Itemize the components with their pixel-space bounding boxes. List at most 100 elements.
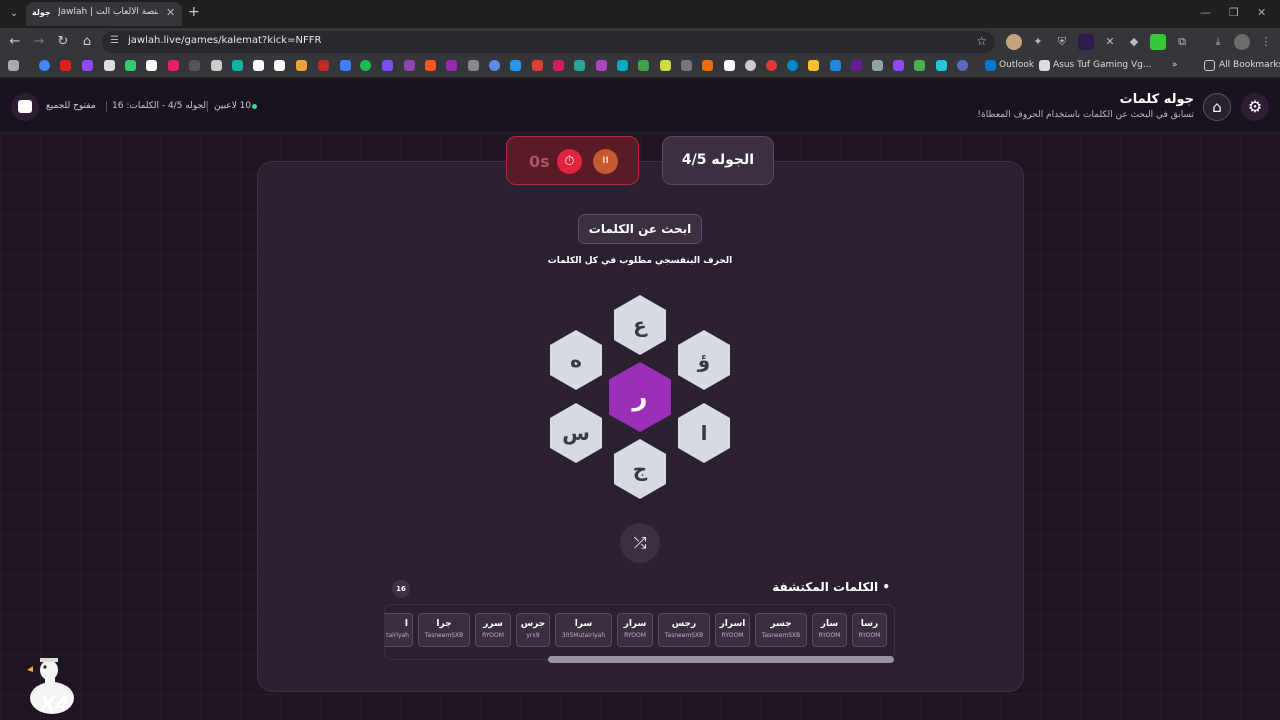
restore-icon[interactable]: ❐: [1229, 6, 1239, 19]
bookmark-icon[interactable]: [745, 60, 756, 71]
bookmark-icon[interactable]: [724, 60, 735, 71]
bookmark-icon[interactable]: [660, 60, 671, 71]
letter-hex-bottom-left[interactable]: س: [550, 403, 602, 463]
bookmark-icon[interactable]: [232, 60, 243, 71]
bookmark-icon[interactable]: [851, 60, 862, 71]
minimize-icon[interactable]: —: [1200, 6, 1211, 19]
profile-avatar[interactable]: [1234, 34, 1250, 50]
extension-icon[interactable]: ✦: [1030, 34, 1046, 50]
bookmark-icon[interactable]: [574, 60, 585, 71]
mute-icon[interactable]: ✕: [1102, 34, 1118, 50]
pause-button[interactable]: II: [593, 149, 618, 174]
download-icon[interactable]: ⤓: [1210, 34, 1226, 50]
found-words-list[interactable]: رسا RYOOM سار RYOOM جسر TasneemSXB اسرار…: [384, 604, 895, 660]
bookmark-icon[interactable]: [318, 60, 329, 71]
bookmark-icon[interactable]: [253, 60, 264, 71]
all-bookmarks[interactable]: All Bookmarks: [1219, 60, 1280, 70]
bookmark-icon[interactable]: [468, 60, 479, 71]
bookmark-icon[interactable]: [510, 60, 521, 71]
bookmark-icon[interactable]: [787, 60, 798, 71]
bookmark-icon[interactable]: [830, 60, 841, 71]
home-button-icon[interactable]: ⌂: [1203, 93, 1231, 121]
bookmark-outlook[interactable]: Outlook: [999, 60, 1034, 70]
word-user: TasneemSXB: [664, 632, 704, 639]
globe-icon[interactable]: [957, 60, 968, 71]
address-bar[interactable]: ☰ jawlah.live/games/kalemat?kick=NFFR ☆: [102, 31, 995, 53]
bookmark-icon[interactable]: [168, 60, 179, 71]
words-scrollbar[interactable]: [384, 656, 895, 664]
asus-icon[interactable]: [1039, 60, 1050, 71]
letter-hex-bottom[interactable]: ج: [614, 439, 666, 499]
bookmark-icon[interactable]: [808, 60, 819, 71]
letter-hex-center[interactable]: ر: [609, 362, 671, 432]
bookmark-icon[interactable]: [681, 60, 692, 71]
bookmark-icon[interactable]: [296, 60, 307, 71]
new-tab-icon[interactable]: +: [188, 4, 200, 20]
apps-grid-icon[interactable]: [8, 60, 19, 71]
divider: [106, 101, 107, 112]
bookmark-icon[interactable]: [340, 60, 351, 71]
letter-hex-top-left[interactable]: ه: [550, 330, 602, 390]
bookmark-icon[interactable]: [404, 60, 415, 71]
browser-tab[interactable]: جولة Jawlah | جولة - منصة الألعاب الت...…: [26, 2, 182, 26]
bookmark-icon[interactable]: [125, 60, 136, 71]
bookmark-icon[interactable]: [553, 60, 564, 71]
home-icon[interactable]: ⌂: [78, 33, 96, 51]
bookmark-star-icon[interactable]: ☆: [976, 34, 987, 48]
extension-icon[interactable]: [1150, 34, 1166, 50]
letter-hex-bottom-right[interactable]: ا: [678, 403, 730, 463]
bookmark-icon[interactable]: [382, 60, 393, 71]
bookmark-icon[interactable]: [638, 60, 649, 71]
letter-hex-top[interactable]: ع: [614, 295, 666, 355]
word-card: جرس yrx9: [516, 613, 550, 647]
more-bookmarks-icon[interactable]: »: [1172, 60, 1178, 70]
app-logo[interactable]: [11, 93, 39, 121]
reload-icon[interactable]: ↻: [54, 33, 72, 51]
bookmark-icon[interactable]: [360, 60, 371, 71]
outlook-icon[interactable]: [985, 60, 996, 71]
bookmark-icon[interactable]: [766, 60, 777, 71]
shuffle-icon[interactable]: ⤮: [620, 523, 660, 563]
extension-icon[interactable]: [1006, 34, 1022, 50]
puzzle-icon[interactable]: ⧉: [1174, 34, 1190, 50]
hex-letter: ه: [570, 348, 582, 372]
bookmark-icon[interactable]: [211, 60, 222, 71]
hex-letter: ا: [700, 421, 708, 445]
extension-icon[interactable]: [1078, 34, 1094, 50]
close-window-icon[interactable]: ✕: [1257, 6, 1266, 19]
bookmark-icon[interactable]: [446, 60, 457, 71]
bookmark-icon[interactable]: [425, 60, 436, 71]
bookmark-icon[interactable]: [489, 60, 500, 71]
settings-gear-icon[interactable]: ⚙: [1241, 93, 1269, 121]
bookmark-icon[interactable]: [104, 60, 115, 71]
back-icon[interactable]: ←: [6, 33, 24, 51]
scrollbar-thumb[interactable]: [548, 656, 894, 663]
tab-close-icon[interactable]: ✕: [166, 6, 175, 19]
bookmark-icon[interactable]: [936, 60, 947, 71]
folder-icon[interactable]: [1204, 60, 1215, 71]
bookmark-icon[interactable]: [274, 60, 285, 71]
bookmark-icon[interactable]: [872, 60, 883, 71]
bookmark-icon[interactable]: [146, 60, 157, 71]
tab-search-icon[interactable]: ⌄: [6, 6, 22, 22]
bookmark-icon[interactable]: [596, 60, 607, 71]
bookmark-icon[interactable]: [617, 60, 628, 71]
extension-icon[interactable]: ◆: [1126, 34, 1142, 50]
shield-icon[interactable]: ⛨: [1054, 34, 1070, 50]
word-text: سرا: [574, 619, 593, 629]
word-text: اسرار: [719, 619, 746, 629]
forward-icon[interactable]: →: [30, 33, 48, 51]
bookmark-icon[interactable]: [532, 60, 543, 71]
letter-hex-top-right[interactable]: ؤ: [678, 330, 730, 390]
google-icon[interactable]: [39, 60, 50, 71]
twitch-icon[interactable]: [82, 60, 93, 71]
menu-icon[interactable]: ⋮: [1258, 34, 1274, 50]
bookmark-asus[interactable]: Asus Tuf Gaming Vg...: [1053, 60, 1151, 70]
bookmark-icon[interactable]: [893, 60, 904, 71]
bookmark-icon[interactable]: [914, 60, 925, 71]
youtube-icon[interactable]: [60, 60, 71, 71]
word-text: سار: [820, 619, 839, 629]
bookmark-icon[interactable]: [189, 60, 200, 71]
site-info-icon[interactable]: ☰: [110, 35, 119, 46]
bookmark-icon[interactable]: [702, 60, 713, 71]
